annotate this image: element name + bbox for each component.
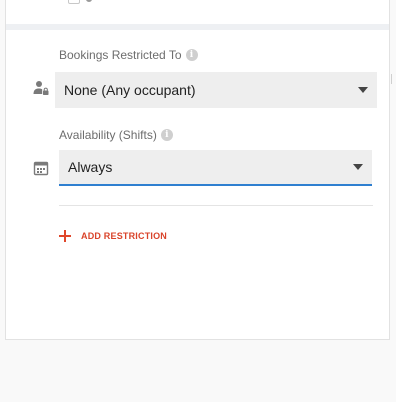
availability-select[interactable]: Always: [59, 150, 372, 186]
calendar-icon: [33, 161, 49, 176]
previous-section-edge: [6, 0, 389, 24]
restriction-select[interactable]: None (Any occupant): [55, 72, 377, 108]
restriction-field-label: Bookings Restricted To: [59, 48, 182, 62]
scrollbar-edge[interactable]: [391, 74, 396, 84]
caret-down-icon: [353, 164, 363, 170]
person-lock-icon: [33, 81, 49, 95]
availability-field-label: Availability (Shifts): [59, 128, 157, 142]
checkbox-label-fragment: [86, 0, 92, 2]
info-icon[interactable]: i: [160, 129, 173, 141]
availability-field-label-row: Availability (Shifts) i: [59, 128, 173, 142]
restriction-select-value: None (Any occupant): [64, 82, 196, 98]
restrictions-panel: Bookings Restricted To i None (Any occup…: [5, 0, 390, 340]
availability-select-value: Always: [68, 159, 113, 175]
add-restriction-label: ADD RESTRICTION: [81, 231, 167, 241]
plus-icon: [59, 230, 71, 242]
info-icon[interactable]: i: [185, 49, 198, 61]
checkbox[interactable]: [68, 0, 80, 4]
divider: [59, 205, 373, 206]
restriction-field-label-row: Bookings Restricted To i: [59, 48, 198, 62]
section-divider: [6, 24, 389, 30]
add-restriction-button[interactable]: ADD RESTRICTION: [59, 230, 167, 242]
caret-down-icon: [358, 87, 368, 93]
